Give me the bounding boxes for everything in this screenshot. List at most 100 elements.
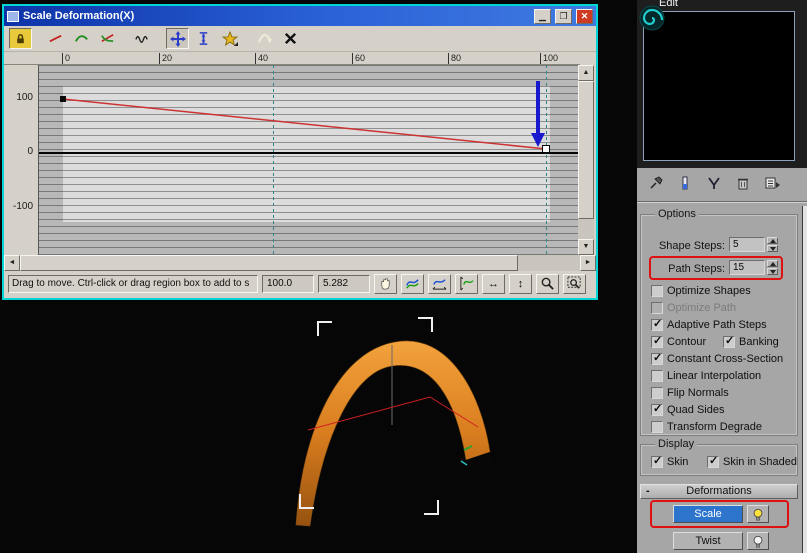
checkbox-box: [651, 317, 663, 331]
checkbox-optimize-shapes[interactable]: Optimize Shapes: [651, 284, 751, 298]
modifier-stack-list[interactable]: [643, 11, 795, 161]
zoom-extents-icon: [406, 279, 419, 289]
spinner-down-icon[interactable]: [767, 245, 778, 252]
show-end-result-button[interactable]: [675, 174, 695, 192]
zoom-region-button[interactable]: [563, 273, 586, 294]
path-steps-spinner[interactable]: [767, 260, 778, 275]
zoom-extents-button[interactable]: [401, 273, 424, 294]
ruler-tick: 80: [448, 53, 461, 64]
scroll-up-button[interactable]: ▲: [578, 65, 594, 81]
display-xy-axes-button[interactable]: [96, 28, 119, 49]
lock-icon: [17, 34, 24, 44]
annotation-arrow: [531, 81, 545, 147]
checkbox-contour[interactable]: Contour: [651, 334, 706, 349]
move-control-point-button[interactable]: [166, 28, 189, 49]
checkbox-transform-degrade[interactable]: Transform Degrade: [651, 420, 762, 434]
vertical-scrollbar[interactable]: ▲ ▼: [578, 65, 594, 255]
panel-scrollbar[interactable]: [802, 206, 807, 553]
twist-enable-toggle[interactable]: [747, 532, 769, 550]
selected-point-x-field[interactable]: 100.0: [262, 274, 314, 293]
delete-control-point-button[interactable]: [279, 28, 302, 49]
pin-stack-button[interactable]: [646, 174, 666, 192]
zoom-vertical-extents-icon: [460, 276, 474, 291]
checkbox-box: [651, 370, 663, 382]
checkbox-box: [651, 302, 663, 314]
zoom-vertically-button[interactable]: ↕: [509, 273, 532, 294]
pan-button[interactable]: [374, 273, 397, 294]
scale-deformation-button[interactable]: Scale: [673, 505, 743, 523]
display-group-title: Display: [655, 438, 698, 450]
viewport-3d[interactable]: [250, 298, 550, 553]
display-y-axis-button[interactable]: [70, 28, 93, 49]
deformations-rollout-header[interactable]: - Deformations: [640, 484, 798, 499]
control-point-start[interactable]: [60, 96, 66, 102]
deformation-curve-plot[interactable]: [38, 65, 579, 255]
spinner-down-icon[interactable]: [767, 268, 778, 275]
shape-steps-label: Shape Steps:: [658, 240, 725, 252]
scale-vertical-icon: [199, 32, 208, 45]
reset-curve-button[interactable]: [253, 28, 276, 49]
spinner-up-icon[interactable]: [767, 237, 778, 244]
scale-enable-toggle[interactable]: [747, 505, 769, 523]
magnifier-icon: [541, 277, 554, 290]
checkbox-linear-interpolation[interactable]: Linear Interpolation: [651, 369, 761, 383]
shape-steps-field[interactable]: 5: [729, 237, 765, 252]
status-bar: Drag to move. Ctrl-click or drag region …: [4, 271, 596, 296]
zoom-horizontally-button[interactable]: ↔: [482, 273, 505, 294]
path-steps-label: Path Steps:: [668, 263, 725, 275]
ruler-tick: 100: [540, 53, 558, 64]
shape-steps-spinner[interactable]: [767, 237, 778, 252]
scale-curve-line[interactable]: [62, 98, 547, 150]
y-axis-label: -100: [12, 201, 33, 212]
command-panel: Edit Options Shape Steps: 5 Path Steps: …: [637, 0, 807, 553]
titlebar[interactable]: Scale Deformation(X) ▁ ❐ ✕: [4, 6, 596, 26]
swap-deform-curves-button[interactable]: [131, 28, 154, 49]
checkbox-optimize-path[interactable]: Optimize Path: [651, 301, 736, 315]
control-point-end-selected[interactable]: [542, 145, 550, 153]
options-group-title: Options: [655, 208, 699, 220]
desktop: Scale Deformation(X) ▁ ❐ ✕ 0 20 40 60 80…: [0, 0, 807, 553]
checkbox-skin[interactable]: Skin: [651, 454, 688, 469]
checkbox-flip-normals[interactable]: Flip Normals: [651, 386, 729, 400]
scroll-down-button[interactable]: ▼: [578, 239, 594, 255]
checkbox-skin-in-shaded[interactable]: Skin in Shaded: [707, 454, 797, 469]
make-unique-icon: [708, 177, 720, 189]
horizontal-scrollbar[interactable]: ◄ ►: [4, 255, 596, 271]
make-unique-button[interactable]: [704, 174, 724, 192]
loft-arch-mesh[interactable]: [295, 340, 491, 527]
checkbox-constant-cross-section[interactable]: Constant Cross-Section: [651, 351, 783, 366]
make-symmetrical-button[interactable]: [9, 28, 32, 49]
path-steps-field[interactable]: 15: [729, 260, 765, 275]
pin-stack-icon: [650, 176, 663, 189]
stack-toolbar: [637, 170, 807, 196]
window-title: Scale Deformation(X): [23, 10, 135, 22]
zoom-horizontal-extents-icon: [432, 279, 447, 290]
scale-control-point-button[interactable]: [192, 28, 215, 49]
y-axis-gutter: 100 0 -100: [4, 65, 38, 255]
show-end-result-icon: [682, 176, 688, 190]
checkbox-adaptive-path-steps[interactable]: Adaptive Path Steps: [651, 317, 767, 332]
maximize-button[interactable]: ❐: [555, 8, 572, 24]
scroll-right-button[interactable]: ►: [580, 255, 596, 271]
display-group: Display Skin Skin in Shaded: [640, 438, 798, 476]
deformations-rollout-title: Deformations: [686, 485, 752, 497]
selected-point-y-field[interactable]: 5.282: [318, 274, 370, 293]
display-x-axis-button[interactable]: [44, 28, 67, 49]
zoom-horizontal-extents-button[interactable]: [428, 273, 451, 294]
remove-modifier-button[interactable]: [733, 174, 753, 192]
zoom-button[interactable]: [536, 273, 559, 294]
horizontal-scroll-thumb[interactable]: [20, 255, 518, 271]
checkbox-quad-sides[interactable]: Quad Sides: [651, 402, 724, 417]
close-button[interactable]: ✕: [576, 8, 593, 24]
minimize-button[interactable]: ▁: [534, 8, 551, 24]
zoom-vertical-extents-button[interactable]: [455, 273, 478, 294]
twist-deformation-button[interactable]: Twist: [673, 532, 743, 550]
checkbox-banking[interactable]: Banking: [723, 334, 779, 349]
insert-corner-point-button[interactable]: [218, 28, 241, 49]
configure-modifier-sets-button[interactable]: [762, 174, 782, 192]
spinner-up-icon[interactable]: [767, 260, 778, 267]
scroll-left-button[interactable]: ◄: [4, 255, 20, 271]
spiral-icon: [639, 5, 665, 31]
vertical-scroll-thumb[interactable]: [578, 81, 594, 219]
trash-icon: [738, 178, 748, 190]
